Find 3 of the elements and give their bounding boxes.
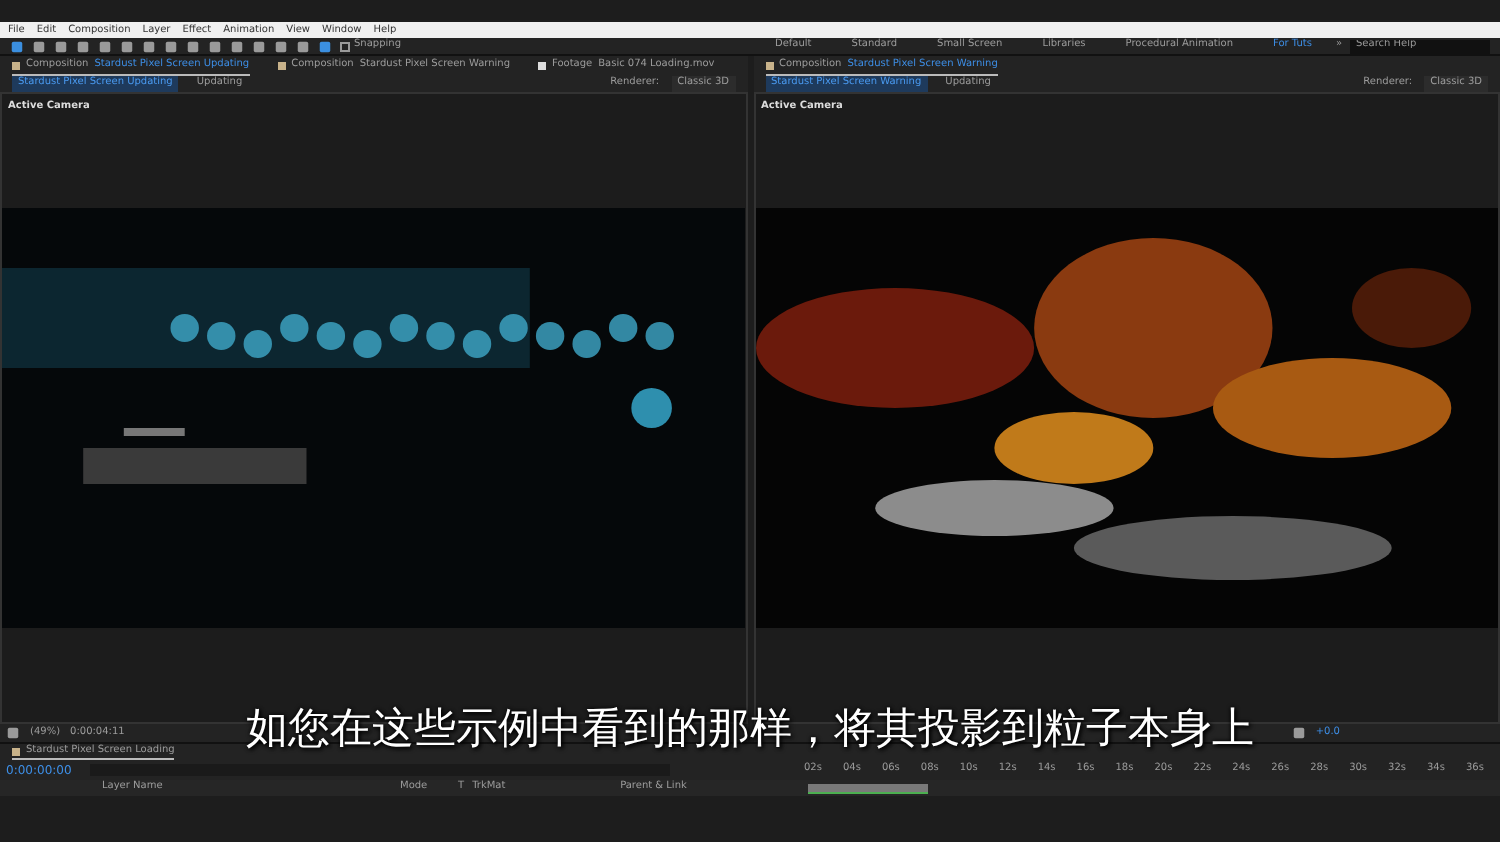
snapping-checkbox[interactable] (340, 41, 350, 51)
work-area-bar[interactable] (808, 783, 928, 793)
subtitle: 如您在这些示例中看到的那样，将其投影到粒子本身上 (246, 708, 1254, 750)
